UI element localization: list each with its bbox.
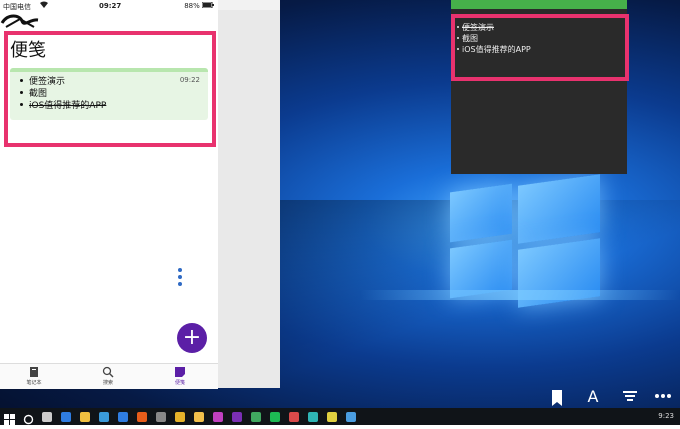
file-explorer-icon[interactable] [80,412,90,422]
taskbar-clock[interactable]: 9:23 [658,412,674,420]
settings-icon[interactable] [156,412,166,422]
app2-icon[interactable] [308,412,318,422]
sticky-note-header[interactable] [451,0,627,9]
highlight-box-desktop-note [451,14,629,81]
notebook-icon [30,367,38,377]
search-app-icon[interactable] [137,412,147,422]
app-icon[interactable] [213,412,223,422]
tab-sticky-notes[interactable]: 便笺 [160,366,200,386]
sticky-note-icon [175,367,185,377]
windows-logo-wallpaper [450,174,610,308]
more-options-icon[interactable] [178,268,184,288]
store-icon[interactable] [99,412,109,422]
scribble-mark [0,14,39,28]
chrome-icon[interactable] [175,412,185,422]
tab-bar: 笔记本 搜索 便笺 [0,363,218,389]
tab-label: 搜索 [102,380,113,386]
photos-icon[interactable] [289,412,299,422]
search-circle-icon[interactable] [23,410,36,425]
tab-label: 笔记本 [26,380,42,386]
sticky-notes-icon[interactable] [346,412,356,422]
mail-icon[interactable] [118,412,128,422]
tab-search[interactable]: 搜索 [88,366,128,386]
search-icon [102,366,114,378]
app3-icon[interactable] [327,412,337,422]
onenote-icon[interactable] [232,412,242,422]
battery-indicator: 88% [184,1,214,10]
tab-notebook[interactable]: 笔记本 [14,366,54,386]
spotify-icon[interactable] [270,412,280,422]
svg-text:A: A [588,387,599,406]
windows-start-icon[interactable] [4,410,17,425]
highlight-box-phone-note [4,31,216,147]
media-icon[interactable] [251,412,261,422]
task-view-icon[interactable] [42,412,52,422]
wifi-icon [40,1,48,10]
tab-label: 便笺 [174,380,185,386]
phone-side-strip [218,10,280,388]
battery-label: 88% [184,2,200,10]
status-time: 09:27 [99,2,122,10]
floor-glow [360,290,680,300]
battery-icon [201,1,214,9]
folder-icon[interactable] [194,412,204,422]
edge-icon[interactable] [61,412,71,422]
add-note-button[interactable]: + [177,323,207,353]
taskbar: 9:23 [0,408,680,425]
